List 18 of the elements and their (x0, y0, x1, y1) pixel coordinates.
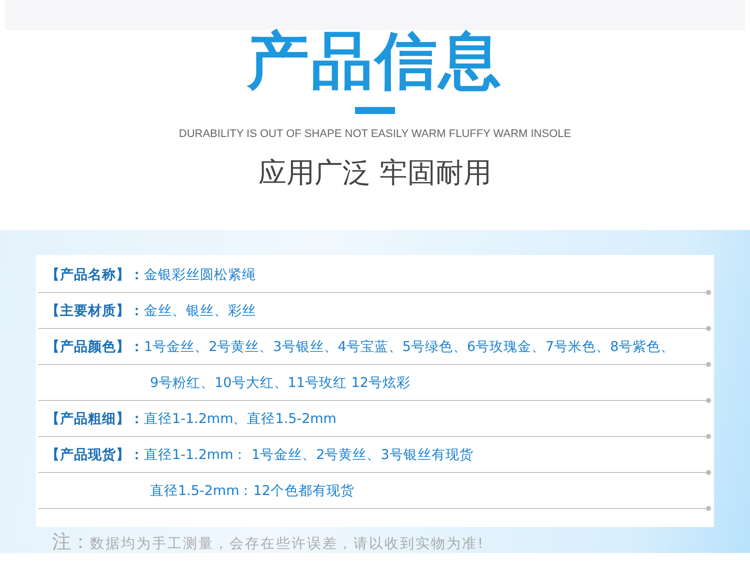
field-label: 【主要材质】： (46, 302, 144, 320)
field-value: 直径1-1.2mm、直径1.5-2mm (144, 410, 336, 428)
field-value: 金银彩丝圆松紧绳 (144, 266, 256, 284)
field-value: 9号粉红、10号大红、11号玫红 12号炫彩 (150, 374, 410, 392)
english-tagline: DURABILITY IS OUT OF SHAPE NOT EASILY WARM FLUFFY WARM INSOLE (178, 128, 572, 140)
field-label: 【产品名称】： (46, 266, 144, 284)
field-value: 1号金丝、2号黄丝、3号银丝、4号宝蓝、5号绿色、6号玫瑰金、7号米色、8号紫色、 (144, 338, 675, 356)
page-title: 产品信息 (247, 30, 503, 92)
field-value: 直径1-1.2mm： 1号金丝、2号黄丝、3号银丝有现货 (144, 446, 474, 464)
note-text: 数据均为手工测量，会存在些许误差，请以收到实物为准! (90, 535, 485, 553)
field-value: 金丝、银丝、彩丝 (144, 302, 256, 320)
title-underline (355, 107, 395, 114)
subtitle: 应用广泛 牢固耐用 (258, 155, 492, 191)
note-mark: 注： (52, 530, 90, 555)
field-label: 【产品粗细】： (46, 410, 144, 428)
field-label: 【产品现货】： (46, 446, 144, 464)
field-value: 直径1.5-2mm：12个色都有现货 (150, 482, 354, 500)
field-label: 【产品颜色】： (46, 338, 144, 356)
